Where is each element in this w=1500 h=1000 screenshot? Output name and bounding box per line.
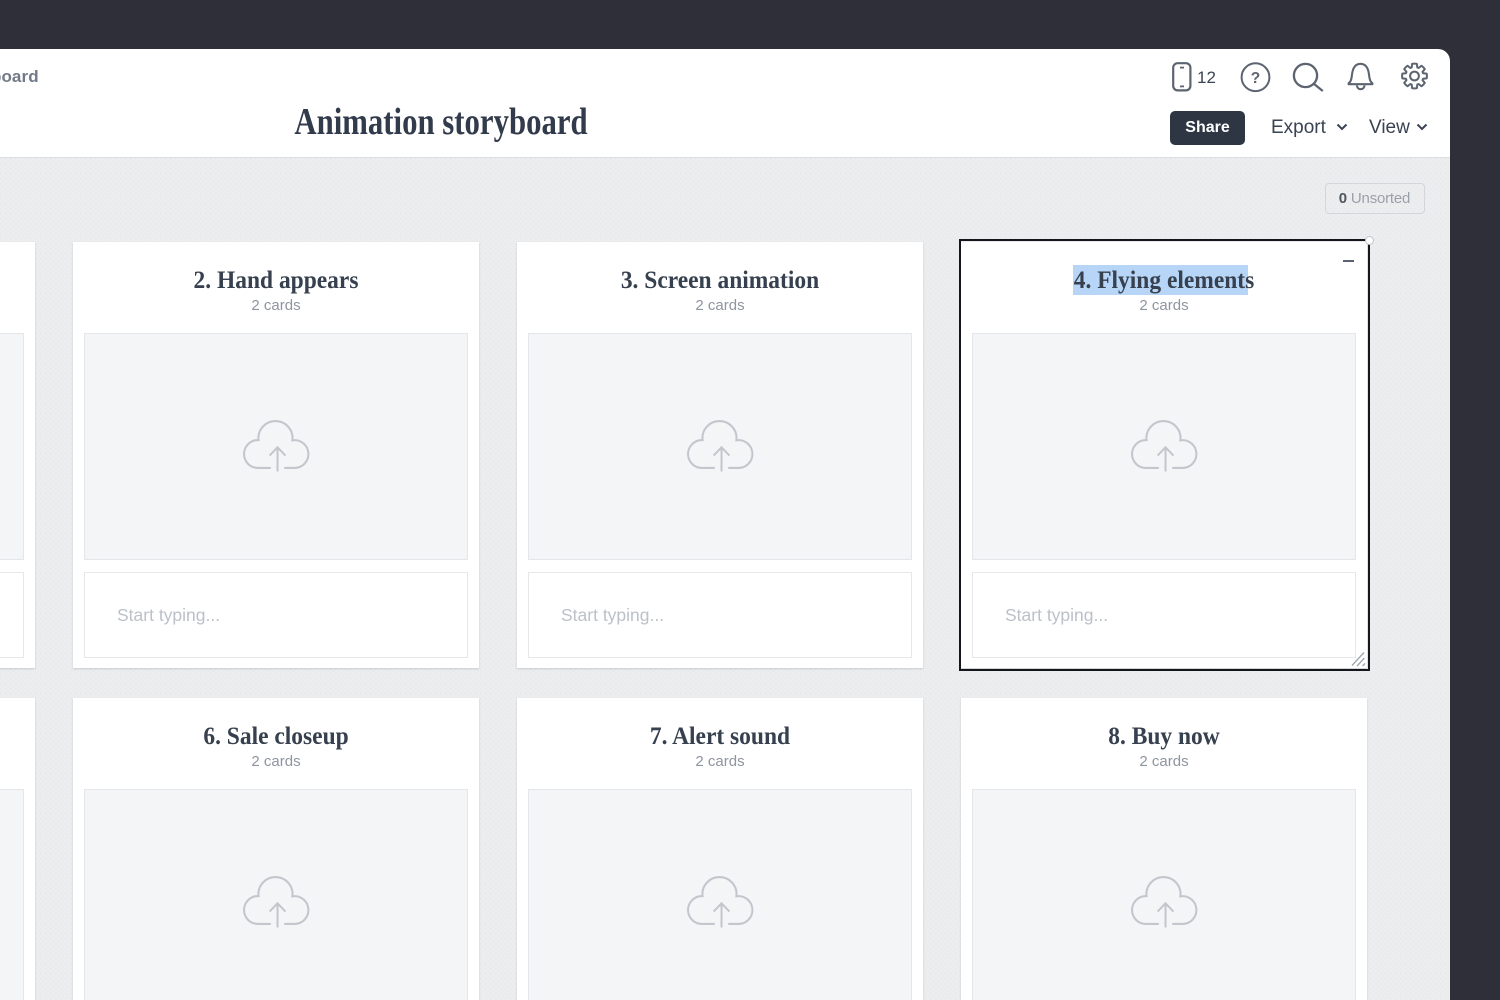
- svg-text:?: ?: [1251, 70, 1260, 87]
